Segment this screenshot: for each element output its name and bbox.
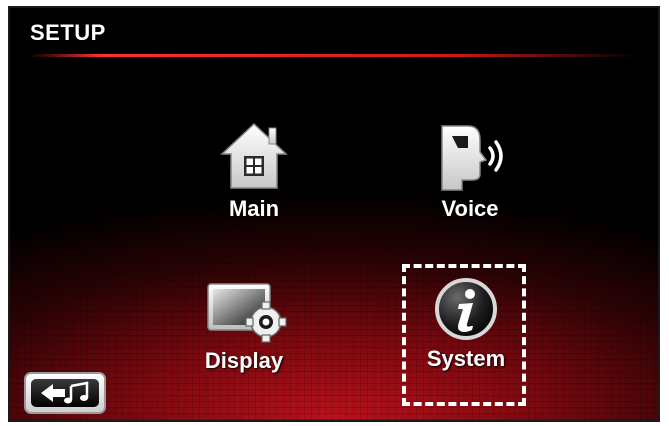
menu-item-voice[interactable]: Voice (410, 120, 530, 222)
info-icon (435, 278, 497, 340)
screenshot-frame: SETUP Main Voice Display System (0, 0, 669, 426)
menu-item-display[interactable]: Display (184, 278, 304, 374)
back-music-icon (41, 381, 89, 404)
menu-label-voice: Voice (441, 196, 499, 221)
page-title: SETUP (30, 20, 106, 45)
voice-icon (441, 125, 503, 191)
back-button-face (31, 379, 99, 407)
menu-label-system: System (426, 346, 506, 371)
display-settings-icon (207, 283, 287, 343)
menu-item-main[interactable]: Main (194, 120, 314, 222)
menu-label-main: Main (228, 196, 280, 221)
menu-item-system[interactable]: System (406, 276, 526, 372)
back-button[interactable] (24, 372, 106, 414)
setup-screen: SETUP Main Voice Display System (8, 6, 660, 422)
home-icon (220, 122, 288, 189)
menu-label-display: Display (204, 348, 284, 373)
title-divider (28, 54, 638, 57)
